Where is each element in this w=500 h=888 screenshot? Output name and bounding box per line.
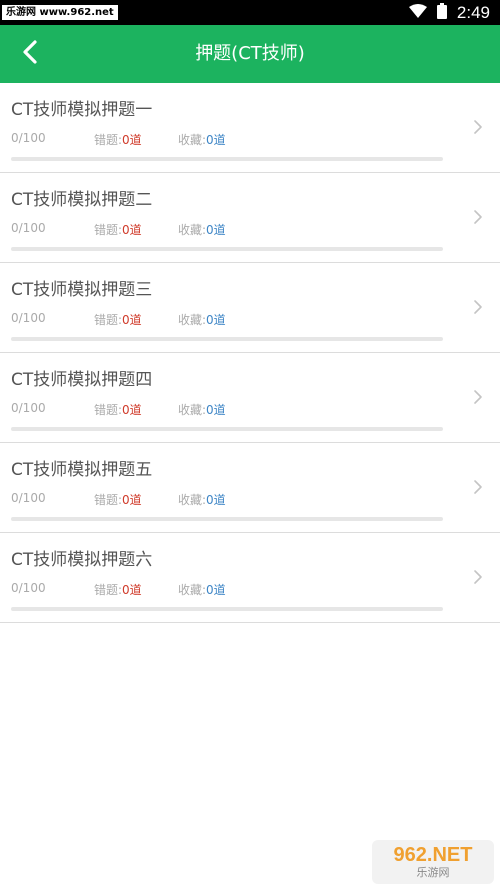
list-item[interactable]: CT技师模拟押题四 0/100 错题:0道 收藏:0道 bbox=[0, 353, 500, 443]
status-bar: 乐游网 www.962.net 2:49 bbox=[0, 0, 500, 25]
wrong-stat: 错题:0道 bbox=[94, 581, 142, 598]
chevron-right-icon bbox=[472, 298, 484, 316]
item-meta: 0/100 错题:0道 收藏:0道 bbox=[11, 221, 451, 237]
progress-text: 0/100 bbox=[11, 131, 46, 145]
status-icons: 2:49 bbox=[408, 0, 490, 25]
list-item[interactable]: CT技师模拟押题三 0/100 错题:0道 收藏:0道 bbox=[0, 263, 500, 353]
item-title: CT技师模拟押题一 bbox=[11, 100, 153, 120]
favorite-stat: 收藏:0道 bbox=[178, 311, 226, 328]
wrong-stat: 错题:0道 bbox=[94, 221, 142, 238]
favorite-label: 收藏: bbox=[178, 493, 207, 507]
progress-text: 0/100 bbox=[11, 401, 46, 415]
favorite-count: 0道 bbox=[206, 223, 226, 237]
favorite-stat: 收藏:0道 bbox=[178, 401, 226, 418]
item-title: CT技师模拟押题四 bbox=[11, 370, 153, 390]
list-item[interactable]: CT技师模拟押题二 0/100 错题:0道 收藏:0道 bbox=[0, 173, 500, 263]
wrong-label: 错题: bbox=[94, 133, 123, 147]
progress-bar bbox=[11, 607, 443, 611]
list-item[interactable]: CT技师模拟押题六 0/100 错题:0道 收藏:0道 bbox=[0, 533, 500, 623]
wrong-label: 错题: bbox=[94, 583, 123, 597]
progress-bar bbox=[11, 157, 443, 161]
progress-text: 0/100 bbox=[11, 491, 46, 505]
favorite-label: 收藏: bbox=[178, 313, 207, 327]
watermark-logo-text: 962.NET bbox=[393, 844, 473, 866]
favorite-label: 收藏: bbox=[178, 133, 207, 147]
favorite-label: 收藏: bbox=[178, 403, 207, 417]
favorite-count: 0道 bbox=[206, 133, 226, 147]
favorite-stat: 收藏:0道 bbox=[178, 491, 226, 508]
item-title: CT技师模拟押题六 bbox=[11, 550, 153, 570]
favorite-label: 收藏: bbox=[178, 583, 207, 597]
chevron-right-icon bbox=[472, 478, 484, 496]
progress-text: 0/100 bbox=[11, 581, 46, 595]
chevron-right-icon bbox=[472, 118, 484, 136]
chevron-left-icon bbox=[22, 40, 38, 68]
wrong-count: 0道 bbox=[122, 133, 142, 147]
wrong-label: 错题: bbox=[94, 223, 123, 237]
wrong-count: 0道 bbox=[122, 583, 142, 597]
item-meta: 0/100 错题:0道 收藏:0道 bbox=[11, 491, 451, 507]
watermark-label: 乐游网 www.962.net bbox=[2, 5, 118, 20]
list-item[interactable]: CT技师模拟押题一 0/100 错题:0道 收藏:0道 bbox=[0, 83, 500, 173]
progress-bar bbox=[11, 517, 443, 521]
wrong-stat: 错题:0道 bbox=[94, 401, 142, 418]
back-button[interactable] bbox=[8, 31, 52, 77]
page-title: 押题(CT技师) bbox=[195, 43, 305, 64]
item-title: CT技师模拟押题三 bbox=[11, 280, 153, 300]
battery-icon bbox=[436, 2, 447, 23]
wrong-count: 0道 bbox=[122, 313, 142, 327]
wrong-label: 错题: bbox=[94, 403, 123, 417]
item-meta: 0/100 错题:0道 收藏:0道 bbox=[11, 311, 451, 327]
favorite-label: 收藏: bbox=[178, 223, 207, 237]
exam-list: CT技师模拟押题一 0/100 错题:0道 收藏:0道 CT技师模拟押题二 0/… bbox=[0, 83, 500, 623]
favorite-stat: 收藏:0道 bbox=[178, 131, 226, 148]
item-meta: 0/100 错题:0道 收藏:0道 bbox=[11, 401, 451, 417]
progress-bar bbox=[11, 427, 443, 431]
chevron-right-icon bbox=[472, 568, 484, 586]
wrong-stat: 错题:0道 bbox=[94, 491, 142, 508]
status-time: 2:49 bbox=[456, 2, 490, 22]
wrong-count: 0道 bbox=[122, 403, 142, 417]
wrong-label: 错题: bbox=[94, 313, 123, 327]
wrong-label: 错题: bbox=[94, 493, 123, 507]
item-meta: 0/100 错题:0道 收藏:0道 bbox=[11, 131, 451, 147]
favorite-stat: 收藏:0道 bbox=[178, 221, 226, 238]
item-meta: 0/100 错题:0道 收藏:0道 bbox=[11, 581, 451, 597]
favorite-count: 0道 bbox=[206, 583, 226, 597]
favorite-count: 0道 bbox=[206, 403, 226, 417]
list-item[interactable]: CT技师模拟押题五 0/100 错题:0道 收藏:0道 bbox=[0, 443, 500, 533]
watermark-logo: 962.NET 乐游网 bbox=[372, 840, 494, 884]
wrong-stat: 错题:0道 bbox=[94, 131, 142, 148]
favorite-count: 0道 bbox=[206, 493, 226, 507]
nav-bar: 押题(CT技师) bbox=[0, 25, 500, 83]
wrong-count: 0道 bbox=[122, 493, 142, 507]
progress-text: 0/100 bbox=[11, 311, 46, 325]
chevron-right-icon bbox=[472, 208, 484, 226]
progress-bar bbox=[11, 247, 443, 251]
progress-bar bbox=[11, 337, 443, 341]
item-title: CT技师模拟押题五 bbox=[11, 460, 153, 480]
wrong-stat: 错题:0道 bbox=[94, 311, 142, 328]
progress-text: 0/100 bbox=[11, 221, 46, 235]
watermark-sub-text: 乐游网 bbox=[416, 866, 450, 879]
chevron-right-icon bbox=[472, 388, 484, 406]
favorite-stat: 收藏:0道 bbox=[178, 581, 226, 598]
item-title: CT技师模拟押题二 bbox=[11, 190, 153, 210]
favorite-count: 0道 bbox=[206, 313, 226, 327]
wifi-icon bbox=[408, 3, 427, 22]
wrong-count: 0道 bbox=[122, 223, 142, 237]
